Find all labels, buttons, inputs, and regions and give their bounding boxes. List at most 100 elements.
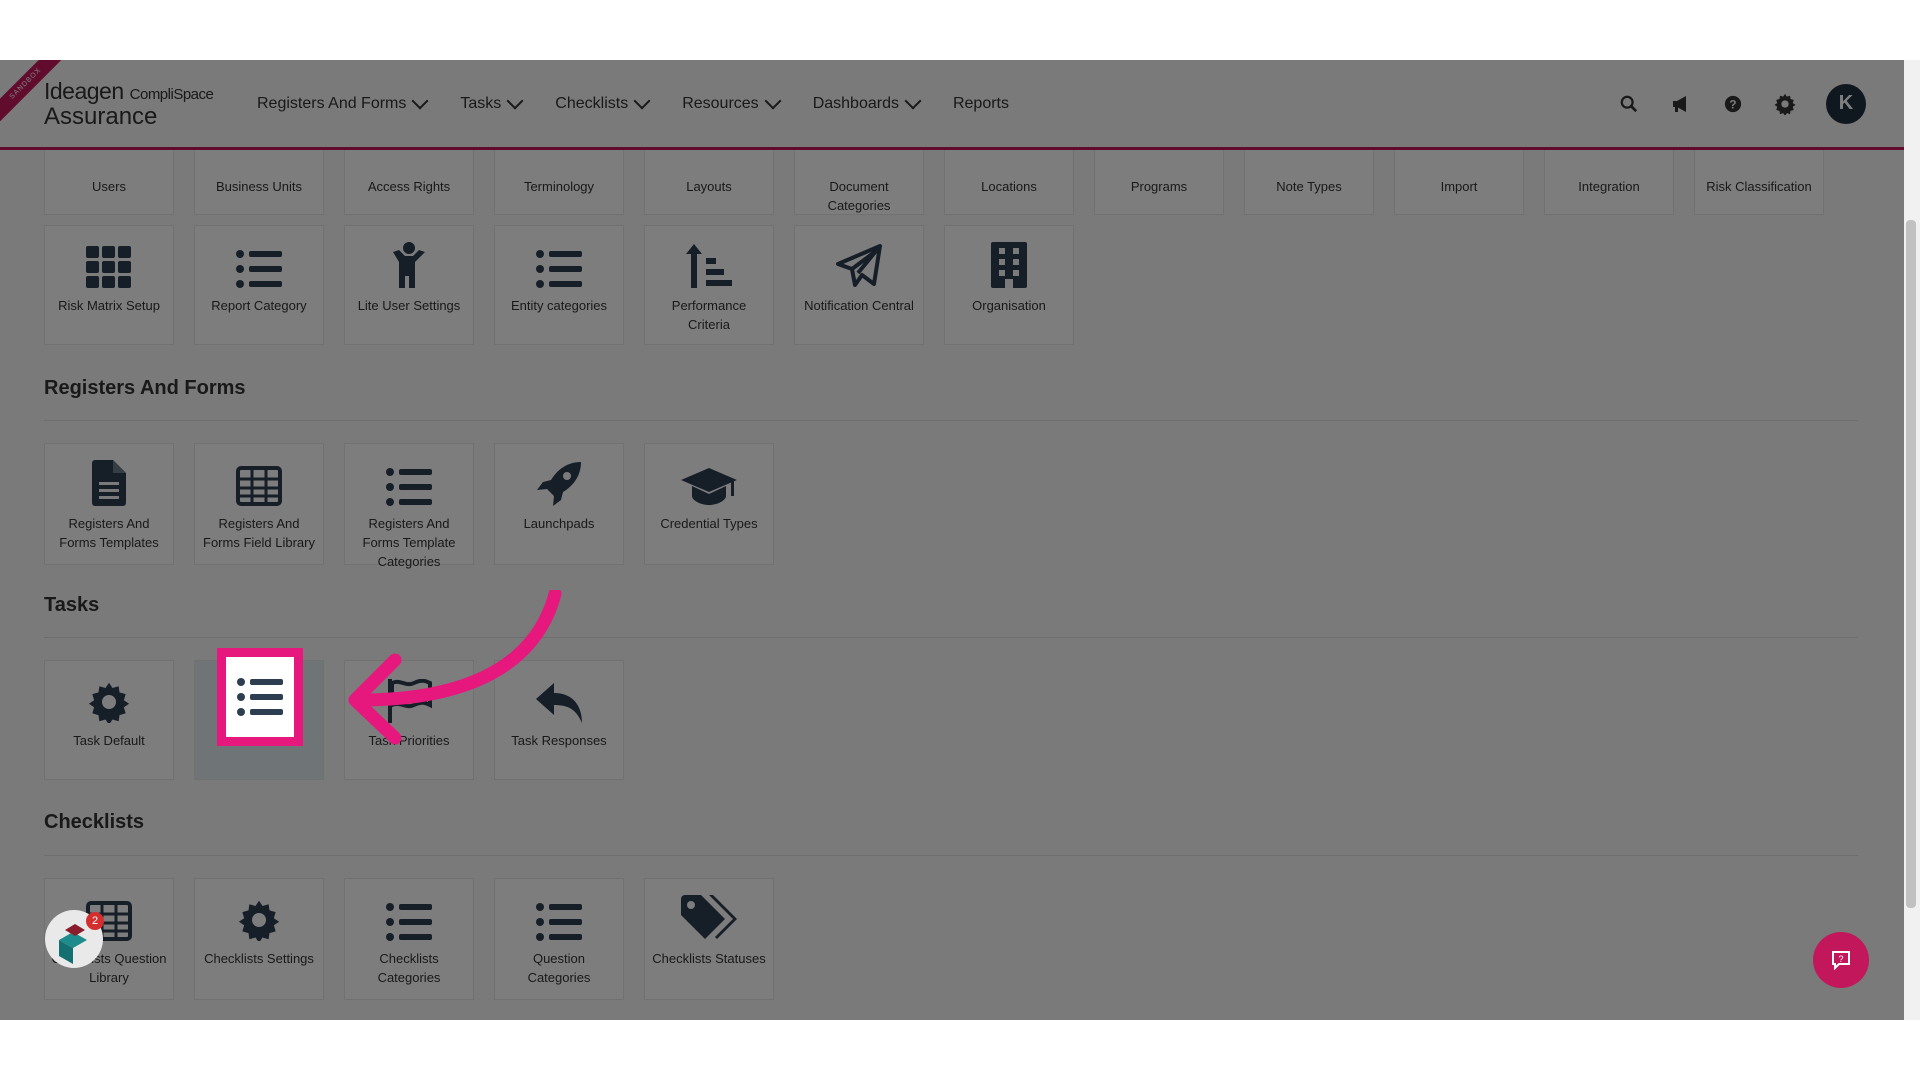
section-title-registers: Registers And Forms bbox=[44, 377, 246, 399]
highlighted-task-categories-tile[interactable] bbox=[217, 648, 303, 746]
nav-registers-and-forms[interactable]: Registers And Forms bbox=[257, 92, 429, 113]
gear-icon bbox=[88, 682, 130, 723]
section-title-tasks: Tasks bbox=[44, 594, 100, 616]
tile-checklists-settings[interactable]: Checklists Settings bbox=[194, 878, 324, 1000]
app-window: SANDBOX Ideagen CompliSpace Assurance Reg… bbox=[0, 60, 1904, 1020]
rocket-icon bbox=[537, 462, 581, 506]
tile-label: Terminology bbox=[523, 179, 595, 194]
pointer-arrow-icon bbox=[348, 590, 562, 745]
tile-task-default[interactable]: Task Default bbox=[44, 660, 174, 780]
tile-registers-forms-field-library[interactable]: Registers And Forms Field Library bbox=[194, 443, 324, 565]
tile-performance-criteria[interactable]: Performance Criteria bbox=[644, 225, 774, 345]
scrollbar-thumb[interactable] bbox=[1906, 220, 1916, 908]
chat-icon: ? bbox=[1832, 951, 1850, 970]
chevron-down-icon bbox=[764, 92, 782, 109]
list-icon bbox=[386, 468, 432, 506]
tile-registers-forms-template-categories[interactable]: Registers And Forms Template Categories bbox=[344, 443, 474, 569]
tile-label: Import bbox=[1440, 179, 1478, 194]
chevron-down-icon bbox=[506, 92, 524, 109]
table-icon bbox=[236, 466, 282, 506]
tile-label: Entity categories bbox=[510, 298, 608, 313]
chevron-down-icon bbox=[633, 92, 651, 109]
tile-registers-forms-templates[interactable]: Registers And Forms Templates bbox=[44, 443, 174, 565]
list-icon bbox=[536, 903, 582, 941]
tile-label: Registers And Forms Templates bbox=[59, 516, 159, 550]
tile-organisation[interactable]: Organisation bbox=[944, 225, 1074, 345]
notification-badge: 2 bbox=[86, 912, 104, 930]
tile-checklists-categories[interactable]: Checklists Categories bbox=[344, 878, 474, 1000]
svg-text:?: ? bbox=[1729, 98, 1736, 111]
tile-label: Registers And Forms Field Library bbox=[203, 516, 315, 550]
logo-sub: CompliSpace bbox=[129, 86, 214, 103]
megaphone-icon[interactable] bbox=[1670, 93, 1692, 115]
list-icon bbox=[236, 250, 282, 288]
help-icon[interactable]: ? bbox=[1722, 93, 1744, 115]
nav-resources[interactable]: Resources bbox=[682, 92, 782, 113]
gear-icon bbox=[238, 900, 280, 941]
tile-label: Launchpads bbox=[523, 516, 595, 531]
tile-label: Question Categories bbox=[527, 951, 591, 985]
tile-label: Credential Types bbox=[660, 516, 758, 531]
nav-label: Dashboards bbox=[812, 94, 899, 112]
tile-label: Task Default bbox=[73, 733, 145, 748]
tile-label: Risk Classification bbox=[1706, 179, 1812, 194]
tile-label: Checklists Categories bbox=[377, 951, 441, 985]
tile-question-categories[interactable]: Question Categories bbox=[494, 878, 624, 1000]
nav-dashboards[interactable]: Dashboards bbox=[812, 92, 922, 113]
nav-label: Resources bbox=[682, 94, 759, 112]
tile-launchpads[interactable]: Launchpads bbox=[494, 443, 624, 565]
tile-label: Locations bbox=[981, 179, 1037, 194]
nav-label: Tasks bbox=[460, 94, 502, 112]
tile-label: Performance Criteria bbox=[671, 298, 747, 332]
tile-report-category[interactable]: Report Category bbox=[194, 225, 324, 345]
sort-icon bbox=[686, 244, 732, 288]
document-icon bbox=[92, 460, 126, 506]
tile-label: Layouts bbox=[686, 179, 732, 194]
chat-support-button[interactable]: ? bbox=[1813, 932, 1869, 988]
search-icon[interactable] bbox=[1618, 93, 1640, 115]
tile-label: Access Rights bbox=[367, 179, 451, 194]
section-divider bbox=[44, 637, 1858, 638]
tile-label: Organisation bbox=[972, 298, 1046, 313]
tile-label: Lite User Settings bbox=[357, 298, 461, 313]
header-actions: ? K bbox=[1618, 60, 1866, 147]
svg-text:?: ? bbox=[1838, 954, 1843, 964]
tile-label: Note Types bbox=[1276, 179, 1342, 194]
chevron-down-icon bbox=[904, 92, 922, 109]
nav-label: Registers And Forms bbox=[257, 94, 407, 112]
logo-brand: Ideagen bbox=[44, 78, 124, 104]
top-header: SANDBOX Ideagen CompliSpace Assurance Reg… bbox=[0, 60, 1904, 150]
section-title-checklists: Checklists bbox=[44, 811, 145, 833]
section-divider bbox=[44, 855, 1858, 856]
nav-tasks[interactable]: Tasks bbox=[460, 92, 524, 113]
tile-credential-types[interactable]: Credential Types bbox=[644, 443, 774, 565]
tile-label: Document Categories bbox=[827, 179, 891, 213]
paper-plane-icon bbox=[836, 244, 882, 287]
tile-risk-matrix-setup[interactable]: Risk Matrix Setup bbox=[44, 225, 174, 345]
tile-label: Programs bbox=[1130, 179, 1188, 194]
nav-checklists[interactable]: Checklists bbox=[555, 92, 651, 113]
tile-label: Notification Central bbox=[804, 298, 914, 313]
tile-lite-user-settings[interactable]: Lite User Settings bbox=[344, 225, 474, 345]
nav-reports[interactable]: Reports bbox=[953, 95, 1009, 113]
tile-label: Risk Matrix Setup bbox=[58, 298, 160, 313]
tile-label: Integration bbox=[1578, 179, 1640, 194]
tile-entity-categories[interactable]: Entity categories bbox=[494, 225, 624, 345]
tile-label: Checklists Statuses bbox=[652, 951, 766, 966]
app-logo[interactable]: Ideagen CompliSpace Assurance bbox=[44, 78, 214, 131]
building-icon bbox=[991, 242, 1027, 288]
person-icon bbox=[393, 242, 425, 288]
tags-icon bbox=[681, 895, 737, 939]
tile-checklists-statuses[interactable]: Checklists Statuses bbox=[644, 878, 774, 1000]
chevron-down-icon bbox=[411, 92, 429, 109]
main-nav: Registers And Forms Tasks Checklists Res… bbox=[257, 60, 1009, 147]
section-divider bbox=[44, 420, 1858, 421]
graduation-cap-icon bbox=[681, 468, 737, 505]
avatar[interactable]: K bbox=[1826, 83, 1866, 124]
gear-icon[interactable] bbox=[1774, 93, 1796, 115]
logo-product: Assurance bbox=[44, 103, 158, 130]
tile-label: Users bbox=[92, 179, 126, 194]
nav-label: Checklists bbox=[555, 94, 629, 112]
tile-notification-central[interactable]: Notification Central bbox=[794, 225, 924, 345]
tile-label: Checklists Settings bbox=[204, 951, 314, 966]
